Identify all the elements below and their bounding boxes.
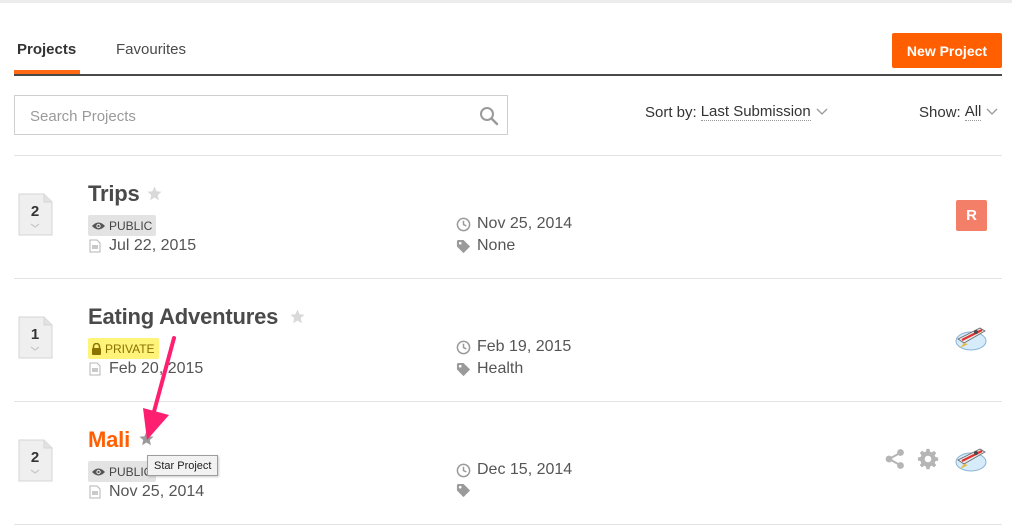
last-submission: Nov 25, 2014 — [456, 215, 572, 233]
created-date: Nov 25, 2014 — [89, 483, 204, 501]
sort-value[interactable]: Last Submission — [700, 103, 811, 121]
tag-icon — [456, 483, 471, 498]
document-icon — [89, 362, 101, 376]
chevron-down-icon[interactable] — [986, 108, 998, 116]
last-submission: Feb 19, 2015 — [456, 338, 571, 356]
last-submission: Dec 15, 2014 — [456, 461, 572, 479]
clock-icon — [456, 340, 471, 354]
project-name[interactable]: Eating Adventures — [88, 304, 278, 330]
show-value[interactable]: All — [964, 103, 982, 121]
tags-value: Health — [477, 360, 524, 377]
last-submission-value: Nov 25, 2014 — [477, 215, 573, 232]
tag-icon — [456, 362, 471, 376]
last-submission-value: Dec 15, 2014 — [477, 461, 573, 478]
star-icon[interactable] — [138, 430, 155, 447]
lock-icon — [92, 342, 101, 355]
tag-icon — [456, 239, 471, 253]
gear-icon[interactable] — [917, 448, 939, 470]
show-filter[interactable]: Show: All — [919, 103, 998, 121]
document-count: 2 — [18, 193, 54, 236]
rocket-avatar[interactable] — [954, 319, 989, 354]
star-icon[interactable] — [146, 185, 163, 202]
last-submission-value: Feb 19, 2015 — [477, 338, 572, 355]
sort-control[interactable]: Sort by: Last Submission — [645, 103, 828, 121]
created-date: Feb 20, 2015 — [89, 360, 203, 378]
share-icon[interactable] — [884, 448, 906, 470]
tags: None — [456, 237, 515, 255]
tab-favourites[interactable]: Favourites — [116, 41, 186, 58]
search-input[interactable] — [30, 105, 460, 127]
project-row[interactable]: 2 Trips PUBLIC Jul 22, 2015 Nov 25, 2014… — [14, 156, 1002, 278]
created-date: Jul 22, 2015 — [89, 237, 196, 255]
visibility-label: PRIVATE — [105, 341, 155, 356]
clock-icon — [456, 217, 471, 231]
document-icon — [89, 239, 101, 253]
document-count-value: 2 — [30, 203, 40, 220]
avatar[interactable]: R — [956, 200, 987, 231]
tab-active-underline — [14, 70, 80, 74]
visibility-label: PUBLIC — [109, 218, 153, 233]
top-border — [0, 0, 1012, 3]
star-icon[interactable] — [289, 308, 306, 325]
project-name[interactable]: Trips — [88, 181, 140, 207]
star-project-tooltip: Star Project — [147, 455, 219, 476]
visibility-label: PUBLIC — [109, 464, 153, 479]
search-icon[interactable] — [479, 106, 499, 126]
eye-icon — [92, 468, 105, 475]
show-label: Show: — [919, 103, 961, 121]
new-project-button[interactable]: New Project — [892, 33, 1002, 68]
tags: Health — [456, 360, 523, 378]
sort-label: Sort by: — [645, 103, 697, 121]
document-count-value: 1 — [30, 326, 40, 343]
created-date-value: Feb 20, 2015 — [109, 360, 204, 377]
tags — [456, 483, 477, 498]
document-count: 1 — [18, 316, 54, 359]
created-date-value: Jul 22, 2015 — [109, 237, 197, 254]
visibility-badge: PRIVATE — [88, 338, 159, 359]
document-count-value: 2 — [30, 449, 40, 466]
tab-projects[interactable]: Projects — [17, 41, 76, 58]
tags-value: None — [477, 237, 516, 254]
created-date-value: Nov 25, 2014 — [109, 483, 205, 500]
eye-icon — [92, 222, 105, 229]
clock-icon — [456, 463, 471, 477]
visibility-badge: PUBLIC — [88, 215, 157, 236]
project-name[interactable]: Mali — [88, 427, 130, 453]
chevron-down-icon[interactable] — [816, 108, 828, 116]
document-count: 2 — [18, 439, 54, 482]
divider — [14, 524, 1002, 525]
search-box — [14, 95, 508, 135]
rocket-avatar[interactable] — [954, 440, 989, 475]
project-row[interactable]: 1 Eating Adventures PRIVATE Feb 20, 2015… — [14, 279, 1002, 401]
tab-bar: Projects Favourites — [14, 30, 1002, 76]
document-icon — [89, 485, 101, 499]
